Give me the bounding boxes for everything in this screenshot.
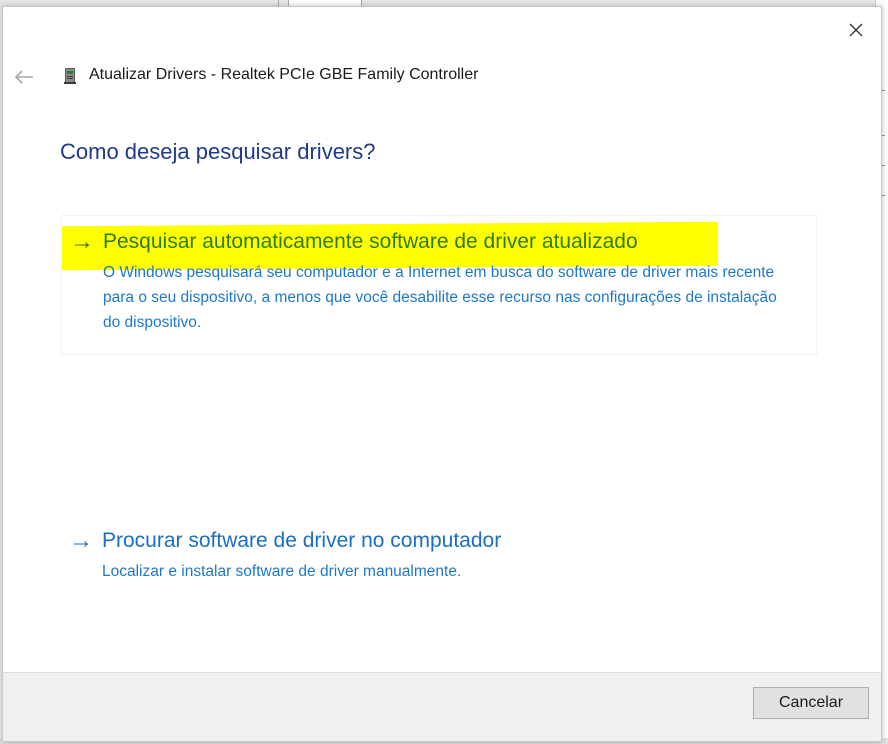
browse-computer-option[interactable]: → Procurar software de driver no computa…	[61, 517, 815, 597]
dialog-header: Atualizar Drivers - Realtek PCIe GBE Fam…	[3, 59, 881, 93]
update-drivers-dialog: Atualizar Drivers - Realtek PCIe GBE Fam…	[2, 6, 882, 742]
option-description: O Windows pesquisará seu computador e a …	[103, 264, 777, 331]
dialog-footer: Cancelar	[3, 672, 881, 741]
right-arrow-icon: →	[69, 527, 93, 554]
search-automatically-option[interactable]: → Pesquisar automaticamente software de …	[61, 215, 817, 355]
close-icon	[849, 23, 863, 37]
option-title: Procurar software de driver no computado…	[102, 529, 502, 552]
network-adapter-icon	[64, 68, 76, 84]
back-button[interactable]	[12, 65, 36, 89]
dialog-title: Atualizar Drivers - Realtek PCIe GBE Fam…	[89, 66, 479, 83]
option-description: Localizar e instalar software de driver …	[102, 563, 462, 580]
option-title: Pesquisar automaticamente software de dr…	[103, 230, 638, 253]
close-button[interactable]	[839, 13, 873, 47]
page-heading: Como deseja pesquisar drivers?	[60, 139, 376, 164]
back-arrow-icon	[14, 70, 33, 84]
cancel-button[interactable]: Cancelar	[753, 687, 869, 719]
right-arrow-icon: →	[70, 228, 94, 255]
